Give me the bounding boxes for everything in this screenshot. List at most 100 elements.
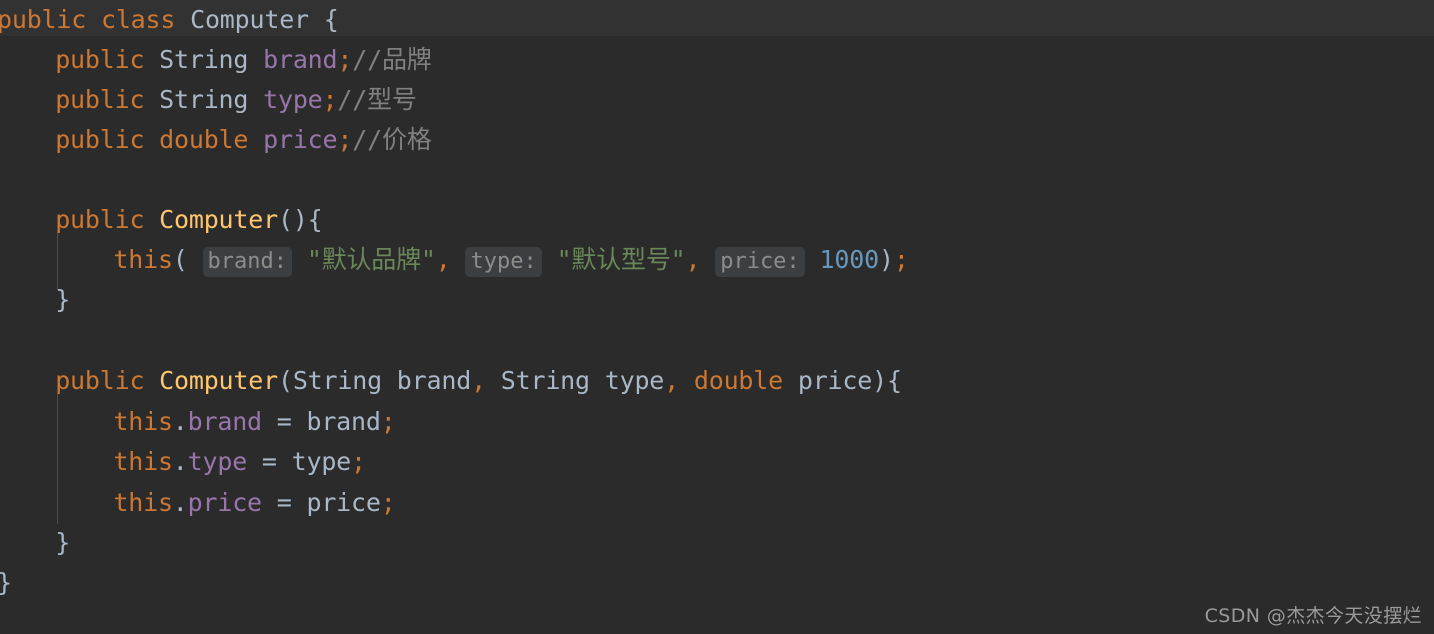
code-token: { bbox=[323, 5, 339, 34]
code-token: } bbox=[0, 568, 12, 597]
code-token: price bbox=[306, 488, 381, 517]
code-token: price bbox=[187, 488, 262, 517]
code-token: public bbox=[55, 205, 145, 234]
code-token: this bbox=[113, 488, 173, 517]
code-token: "默认品牌" bbox=[306, 245, 436, 274]
code-token: price bbox=[263, 125, 338, 154]
code-token: class bbox=[100, 5, 176, 34]
code-token: double bbox=[693, 366, 783, 395]
code-token: String bbox=[159, 45, 249, 74]
code-token: ; bbox=[351, 447, 366, 476]
code-token: , bbox=[435, 245, 451, 274]
code-line[interactable]: public double price;//价格 bbox=[0, 120, 432, 160]
code-token: brand bbox=[396, 366, 472, 395]
code-line[interactable]: public String type;//型号 bbox=[0, 80, 417, 120]
code-token: Computer bbox=[159, 366, 278, 395]
code-line[interactable]: } bbox=[0, 523, 70, 563]
code-token: brand bbox=[306, 407, 381, 436]
code-line[interactable]: public Computer(String brand, String typ… bbox=[0, 361, 902, 401]
code-token: public bbox=[55, 125, 145, 154]
code-token: , bbox=[471, 366, 486, 395]
code-token: (){ bbox=[277, 205, 323, 234]
code-token: ( bbox=[277, 366, 293, 395]
code-token: = bbox=[261, 488, 307, 517]
code-token: public bbox=[55, 45, 145, 74]
code-token: . bbox=[172, 488, 188, 517]
code-token: type bbox=[187, 447, 248, 476]
code-token: //型号 bbox=[337, 85, 417, 114]
code-token: . bbox=[172, 447, 188, 476]
csdn-watermark: CSDN @杰杰今天没摆烂 bbox=[1204, 605, 1422, 627]
code-token: } bbox=[55, 528, 71, 557]
code-token: String bbox=[159, 85, 249, 114]
code-token: ; bbox=[337, 125, 353, 154]
code-token: public bbox=[55, 85, 145, 114]
code-line[interactable]: this.brand = brand; bbox=[0, 402, 396, 442]
code-token: this bbox=[113, 407, 173, 436]
code-token: price bbox=[797, 366, 873, 395]
code-token: 1000 bbox=[819, 245, 880, 274]
code-token: Computer bbox=[159, 205, 278, 234]
code-token: double bbox=[159, 125, 249, 154]
code-token: this bbox=[113, 245, 173, 274]
code-token: //品牌 bbox=[352, 45, 432, 74]
code-token: String bbox=[500, 366, 590, 395]
code-token: type bbox=[291, 447, 352, 476]
code-token: } bbox=[55, 285, 71, 314]
code-token: . bbox=[172, 407, 188, 436]
code-line[interactable]: this.type = type; bbox=[0, 442, 366, 482]
code-token: public bbox=[0, 5, 87, 34]
code-token: Computer bbox=[190, 5, 309, 34]
code-token: type bbox=[604, 366, 665, 395]
code-token: ; bbox=[337, 45, 353, 74]
code-token: type bbox=[263, 85, 323, 114]
code-token: ){ bbox=[872, 366, 902, 395]
code-token: "默认型号" bbox=[556, 245, 686, 274]
code-token: , bbox=[685, 245, 701, 274]
code-line[interactable]: this( brand: "默认品牌", type: "默认型号", price… bbox=[0, 240, 909, 280]
code-token: = bbox=[247, 447, 292, 476]
code-line[interactable]: } bbox=[0, 563, 12, 603]
code-token: String bbox=[292, 366, 382, 395]
code-token: ; bbox=[380, 488, 396, 517]
code-token: brand bbox=[263, 45, 338, 74]
code-token: ; bbox=[893, 245, 909, 274]
parameter-hint: brand: bbox=[202, 247, 292, 277]
code-line[interactable]: this.price = price; bbox=[0, 483, 396, 523]
code-token: brand bbox=[187, 407, 262, 436]
code-line[interactable]: } bbox=[0, 280, 70, 320]
code-content[interactable]: public class Computer {public String bra… bbox=[0, 0, 1434, 634]
parameter-hint: price: bbox=[715, 247, 805, 277]
code-token: ( bbox=[172, 245, 188, 274]
code-token: //价格 bbox=[352, 125, 432, 154]
code-line[interactable]: public String brand;//品牌 bbox=[0, 40, 432, 80]
code-token: ; bbox=[322, 85, 338, 114]
code-line[interactable]: public Computer(){ bbox=[0, 200, 323, 240]
code-token: , bbox=[664, 366, 680, 395]
code-token: public bbox=[55, 366, 145, 395]
code-line[interactable]: public class Computer { bbox=[0, 0, 339, 40]
code-token: ; bbox=[380, 407, 396, 436]
code-editor[interactable]: public class Computer {public String bra… bbox=[0, 0, 1434, 634]
